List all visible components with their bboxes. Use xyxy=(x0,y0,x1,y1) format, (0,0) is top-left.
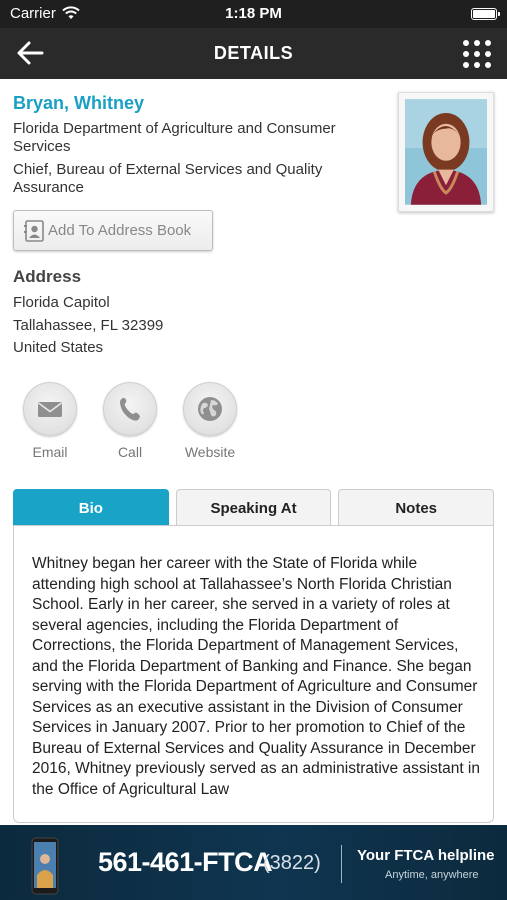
email-label: Email xyxy=(32,444,68,460)
bio-panel[interactable]: Whitney began her career with the State … xyxy=(13,525,494,823)
globe-icon xyxy=(198,397,222,421)
address-line: Florida Capitol xyxy=(13,294,110,311)
tab-notes[interactable]: Notes xyxy=(338,489,495,526)
profile-photo xyxy=(398,92,494,212)
call-label: Call xyxy=(117,444,143,460)
contact-card-icon xyxy=(24,219,44,242)
organization: Florida Department of Agriculture and Co… xyxy=(13,120,336,155)
address-line: United States xyxy=(13,339,104,356)
tab-speaking-at[interactable]: Speaking At xyxy=(175,489,332,526)
address-section: Address Florida Capitol Tallahassee, FL … xyxy=(13,267,163,360)
status-bar: Carrier 1:18 PM xyxy=(0,0,507,28)
page-title: DETAILS xyxy=(213,43,294,63)
detail-tabs: Bio Speaking At Notes xyxy=(13,489,495,526)
avatar xyxy=(405,99,487,205)
bio-text: Whitney began her career with the State … xyxy=(32,555,480,798)
address-heading: Address xyxy=(13,267,82,286)
clock: 1:18 PM xyxy=(225,5,282,22)
helpline-banner[interactable]: 561-461-FTCA (3822) Your FTCA helpline A… xyxy=(0,825,507,900)
smartphone-icon xyxy=(31,837,59,895)
envelope-icon xyxy=(38,402,62,417)
phone-icon xyxy=(120,397,140,421)
helpline-headline: Your FTCA helpline xyxy=(357,847,495,864)
add-to-address-book-button[interactable]: Add To Address Book xyxy=(13,210,213,251)
contact-actions: Email Call Website xyxy=(20,382,260,460)
battery-icon xyxy=(471,8,500,20)
job-title: Chief, Bureau of External Services and Q… xyxy=(13,161,323,196)
address-line: Tallahassee, FL 32399 xyxy=(13,316,164,334)
banner-divider xyxy=(341,845,342,883)
helpline-digits: (3822) xyxy=(263,852,321,874)
helpline-tagline: Anytime, anywhere xyxy=(385,869,479,881)
add-to-address-book-label: Add To Address Book xyxy=(48,222,192,239)
email-button[interactable]: Email xyxy=(20,382,80,460)
call-button[interactable]: Call xyxy=(100,382,160,460)
nav-bar: DETAILS xyxy=(0,28,507,79)
helpline-number: 561-461-FTCA xyxy=(98,847,273,877)
grid-menu-icon[interactable] xyxy=(463,40,491,68)
tab-bio[interactable]: Bio xyxy=(13,489,169,526)
person-name: Bryan, Whitney xyxy=(13,93,145,113)
website-button[interactable]: Website xyxy=(180,382,240,460)
profile-info: Bryan, Whitney Florida Department of Agr… xyxy=(13,93,383,197)
website-label: Website xyxy=(184,444,236,460)
